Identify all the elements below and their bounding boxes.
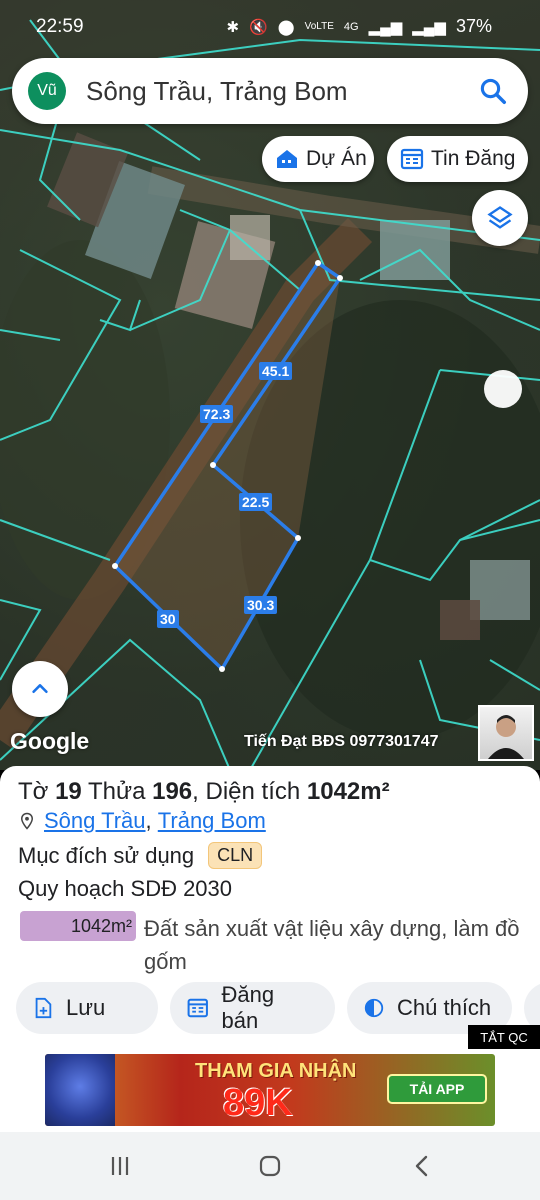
back-icon[interactable]	[410, 1154, 434, 1178]
sell-button[interactable]: Đăng bán	[170, 982, 335, 1034]
4g-icon: 4G	[343, 20, 359, 33]
signal-icon: ▂▄▆	[368, 18, 403, 36]
parcel-label: Thửa	[81, 778, 153, 805]
sell-label: Đăng bán	[221, 982, 275, 1033]
purpose-badge: CLN	[208, 842, 263, 869]
location-icon: ⬤	[277, 18, 295, 36]
dimension-label: 30.3	[244, 596, 278, 614]
parcel-location: Sông Trầu, Trảng Bom	[18, 808, 266, 834]
ad-area: THAM GIA NHẬN 89K TẢI APP	[0, 1050, 540, 1132]
volte-icon: VoLTE	[304, 21, 334, 32]
action-bar: Lưu Đăng bán Chú thích	[16, 982, 540, 1034]
save-button[interactable]: Lưu	[16, 982, 158, 1034]
ad-amount: 89K	[223, 1082, 293, 1124]
location-separator: ,	[145, 808, 152, 833]
district-link[interactable]: Trảng Bom	[158, 808, 266, 834]
layers-button[interactable]	[472, 190, 528, 246]
area-value: 1042m²	[306, 778, 390, 805]
ad-headline: THAM GIA NHẬN	[195, 1060, 357, 1082]
listing-icon	[400, 148, 424, 170]
du-an-label: Dự Án	[306, 147, 367, 170]
bluetooth-icon: ✱	[226, 18, 240, 36]
battery-level: 37%	[455, 16, 492, 36]
ad-download-button[interactable]: TẢI APP	[387, 1074, 487, 1104]
close-ad-button[interactable]: TẮT QC	[468, 1025, 540, 1049]
map-handle[interactable]	[484, 370, 522, 408]
location-pin-icon	[20, 812, 34, 830]
search-icon[interactable]	[478, 76, 508, 106]
project-icon	[277, 150, 297, 168]
planning-area-chip: 1042m²	[20, 911, 136, 941]
search-bar[interactable]: Vũ Sông Trầu, Trảng Bom	[12, 58, 528, 124]
watermark-photo	[478, 705, 534, 761]
listing-icon	[187, 998, 208, 1018]
commune-link[interactable]: Sông Trầu	[44, 808, 146, 834]
sheet-label: Tờ	[18, 778, 56, 805]
signal-icon: ▂▄▆	[412, 18, 446, 36]
dimension-label: 45.1	[259, 362, 293, 380]
save-file-icon	[35, 997, 52, 1019]
system-nav-bar	[0, 1132, 540, 1200]
purpose-label: Mục đích sử dụng	[18, 842, 195, 868]
area-label: , Diện tích	[192, 778, 307, 805]
tin-dang-label: Tin Đăng	[431, 147, 516, 170]
status-bar: 22:59 ✱ 🔇 ⬤ VoLTE 4G ▂▄▆ ▂▄▆ 37%	[0, 0, 540, 52]
ad-logo	[45, 1054, 115, 1126]
land-purpose: Mục đích sử dụng CLN	[18, 842, 263, 869]
home-icon[interactable]	[258, 1154, 282, 1178]
google-logo: Google	[10, 728, 90, 754]
contrast-icon	[364, 998, 384, 1018]
layers-icon	[487, 206, 513, 229]
parcel-title: Tờ 19 Thửa 196, Diện tích 1042m²	[18, 778, 390, 806]
dimension-label: 22.5	[239, 493, 273, 511]
planning-title: Quy hoạch SDĐ 2030	[18, 876, 233, 901]
ad-banner[interactable]: THAM GIA NHẬN 89K TẢI APP	[45, 1054, 495, 1126]
watermark-text: Tiến Đạt BĐS 0977301747	[244, 733, 439, 750]
legend-label: Chú thích	[397, 995, 492, 1020]
sheet-number: 19	[55, 778, 82, 805]
dimension-label: 72.3	[200, 405, 234, 423]
tin-dang-button[interactable]: Tin Đăng	[387, 136, 528, 182]
planning-description: Đất sản xuất vật liệu xây dựng, làm đồ g…	[144, 916, 520, 974]
avatar[interactable]: Vũ	[28, 72, 66, 110]
status-time: 22:59	[36, 16, 84, 37]
expand-button[interactable]	[12, 661, 68, 717]
dimension-label: 30	[157, 610, 179, 628]
chevron-up-icon	[32, 684, 48, 694]
save-label: Lưu	[66, 995, 106, 1020]
mute-icon: 🔇	[249, 18, 268, 36]
search-input[interactable]: Sông Trầu, Trảng Bom	[86, 76, 348, 107]
parcel-number: 196	[152, 778, 193, 805]
recent-apps-icon[interactable]	[108, 1154, 132, 1178]
du-an-button[interactable]: Dự Án	[262, 136, 374, 182]
